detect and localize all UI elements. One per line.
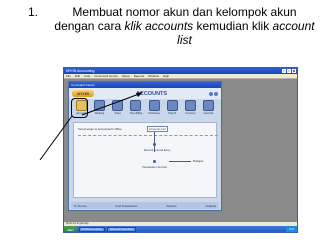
transaction-journal-dot xyxy=(153,160,156,163)
menu-file[interactable]: File xyxy=(66,74,71,78)
module-label-banking: Banking xyxy=(95,112,105,115)
command-centre-header: MYOB ACCOUNTS xyxy=(69,88,221,99)
window-controls xyxy=(282,69,297,73)
module-time-billing[interactable]: Time Billing xyxy=(128,100,143,118)
instruction-emphasis-klik-accounts: klik accounts xyxy=(124,19,194,33)
module-inventory[interactable]: Inventory xyxy=(183,100,198,118)
module-payroll[interactable]: Payroll xyxy=(165,100,180,118)
command-centre-title: Command Centre xyxy=(71,83,95,87)
accounts-highlight-ring xyxy=(71,98,88,118)
budgets-link[interactable]: Budgets xyxy=(193,159,203,163)
maximize-icon[interactable] xyxy=(287,69,291,73)
card-file-icon xyxy=(202,100,214,111)
command-centre-footer: To Do List Find Transactions Reports Ana… xyxy=(71,202,219,209)
menu-edit[interactable]: Edit xyxy=(75,74,80,78)
sales-icon xyxy=(112,100,124,111)
time-billing-icon xyxy=(130,100,142,111)
instruction-text-middle: kemudian klik xyxy=(193,19,273,33)
minimize-icon[interactable] xyxy=(282,69,286,73)
module-label-sales: Sales xyxy=(114,112,121,115)
to-do-list-link[interactable]: To Do List xyxy=(74,204,86,208)
module-label-time-billing: Time Billing xyxy=(129,112,143,115)
transaction-journal-link[interactable]: Transaction Journal xyxy=(142,165,166,169)
record-journal-dot xyxy=(153,143,156,146)
module-label-purchases: Purchases xyxy=(148,112,160,115)
workspace: Command Centre MYOB ACCOUNTS Accounts Ba… xyxy=(64,79,297,226)
module-label-card-file: Card File xyxy=(203,112,214,115)
header-buttons xyxy=(209,91,218,96)
record-journal-link[interactable]: Record Journal Entry xyxy=(144,148,170,152)
accounts-list-button[interactable]: Accounts List xyxy=(147,126,168,132)
flow-divider-top xyxy=(78,135,218,136)
taskbar-clock: 9:24 xyxy=(286,226,297,232)
taskbar: start MYOB Accounting Microsoft PowerPoi… xyxy=(64,226,297,232)
menu-command-centre[interactable]: Command Centre xyxy=(94,74,118,78)
instruction-number: 1. xyxy=(28,5,39,19)
reports-link[interactable]: Reports xyxy=(167,204,177,208)
taskbar-item-myob[interactable]: MYOB Accounting xyxy=(78,227,105,232)
menu-reports[interactable]: Reports xyxy=(134,74,145,78)
command-centre-window: Command Centre MYOB ACCOUNTS Accounts Ba… xyxy=(68,81,222,211)
module-banking[interactable]: Banking xyxy=(92,100,107,118)
start-button[interactable]: start xyxy=(64,226,77,232)
send-ledger-label[interactable]: Send Ledger to Accountant's Office xyxy=(78,127,122,131)
find-transactions-link[interactable]: Find Transactions xyxy=(116,204,138,208)
help-icon[interactable] xyxy=(209,91,213,96)
menu-setup[interactable]: Setup xyxy=(122,74,130,78)
myob-logo: MYOB xyxy=(72,90,94,97)
app-window: MYOB Accounting File Edit Lists Command … xyxy=(63,67,298,233)
menu-help[interactable]: Help xyxy=(163,74,169,78)
menu-lists[interactable]: Lists xyxy=(84,74,90,78)
module-card-file[interactable]: Card File xyxy=(201,100,216,118)
menu-window[interactable]: Window xyxy=(148,74,159,78)
module-sales[interactable]: Sales xyxy=(110,100,125,118)
banking-icon xyxy=(94,100,106,111)
taskbar-item-powerpoint[interactable]: Microsoft PowerPoint xyxy=(106,227,137,232)
info-icon[interactable] xyxy=(214,91,218,96)
module-bar: Accounts Banking Sales Time Billing Purc… xyxy=(72,100,218,118)
purchases-icon xyxy=(148,100,160,111)
module-label-inventory: Inventory xyxy=(185,112,196,115)
payroll-icon xyxy=(166,100,178,111)
module-purchases[interactable]: Purchases xyxy=(147,100,162,118)
section-heading: ACCOUNTS xyxy=(135,90,168,97)
instruction-text: Membuat nomor akun dan kelompok akun den… xyxy=(53,5,316,47)
close-icon[interactable] xyxy=(292,69,296,73)
module-label-payroll: Payroll xyxy=(168,112,177,115)
flow-connector-2 xyxy=(169,161,191,162)
analysis-link[interactable]: Analysis xyxy=(206,204,216,208)
inventory-icon xyxy=(184,100,196,111)
accounts-flow-panel: Send Ledger to Accountant's Office Accou… xyxy=(73,122,218,198)
